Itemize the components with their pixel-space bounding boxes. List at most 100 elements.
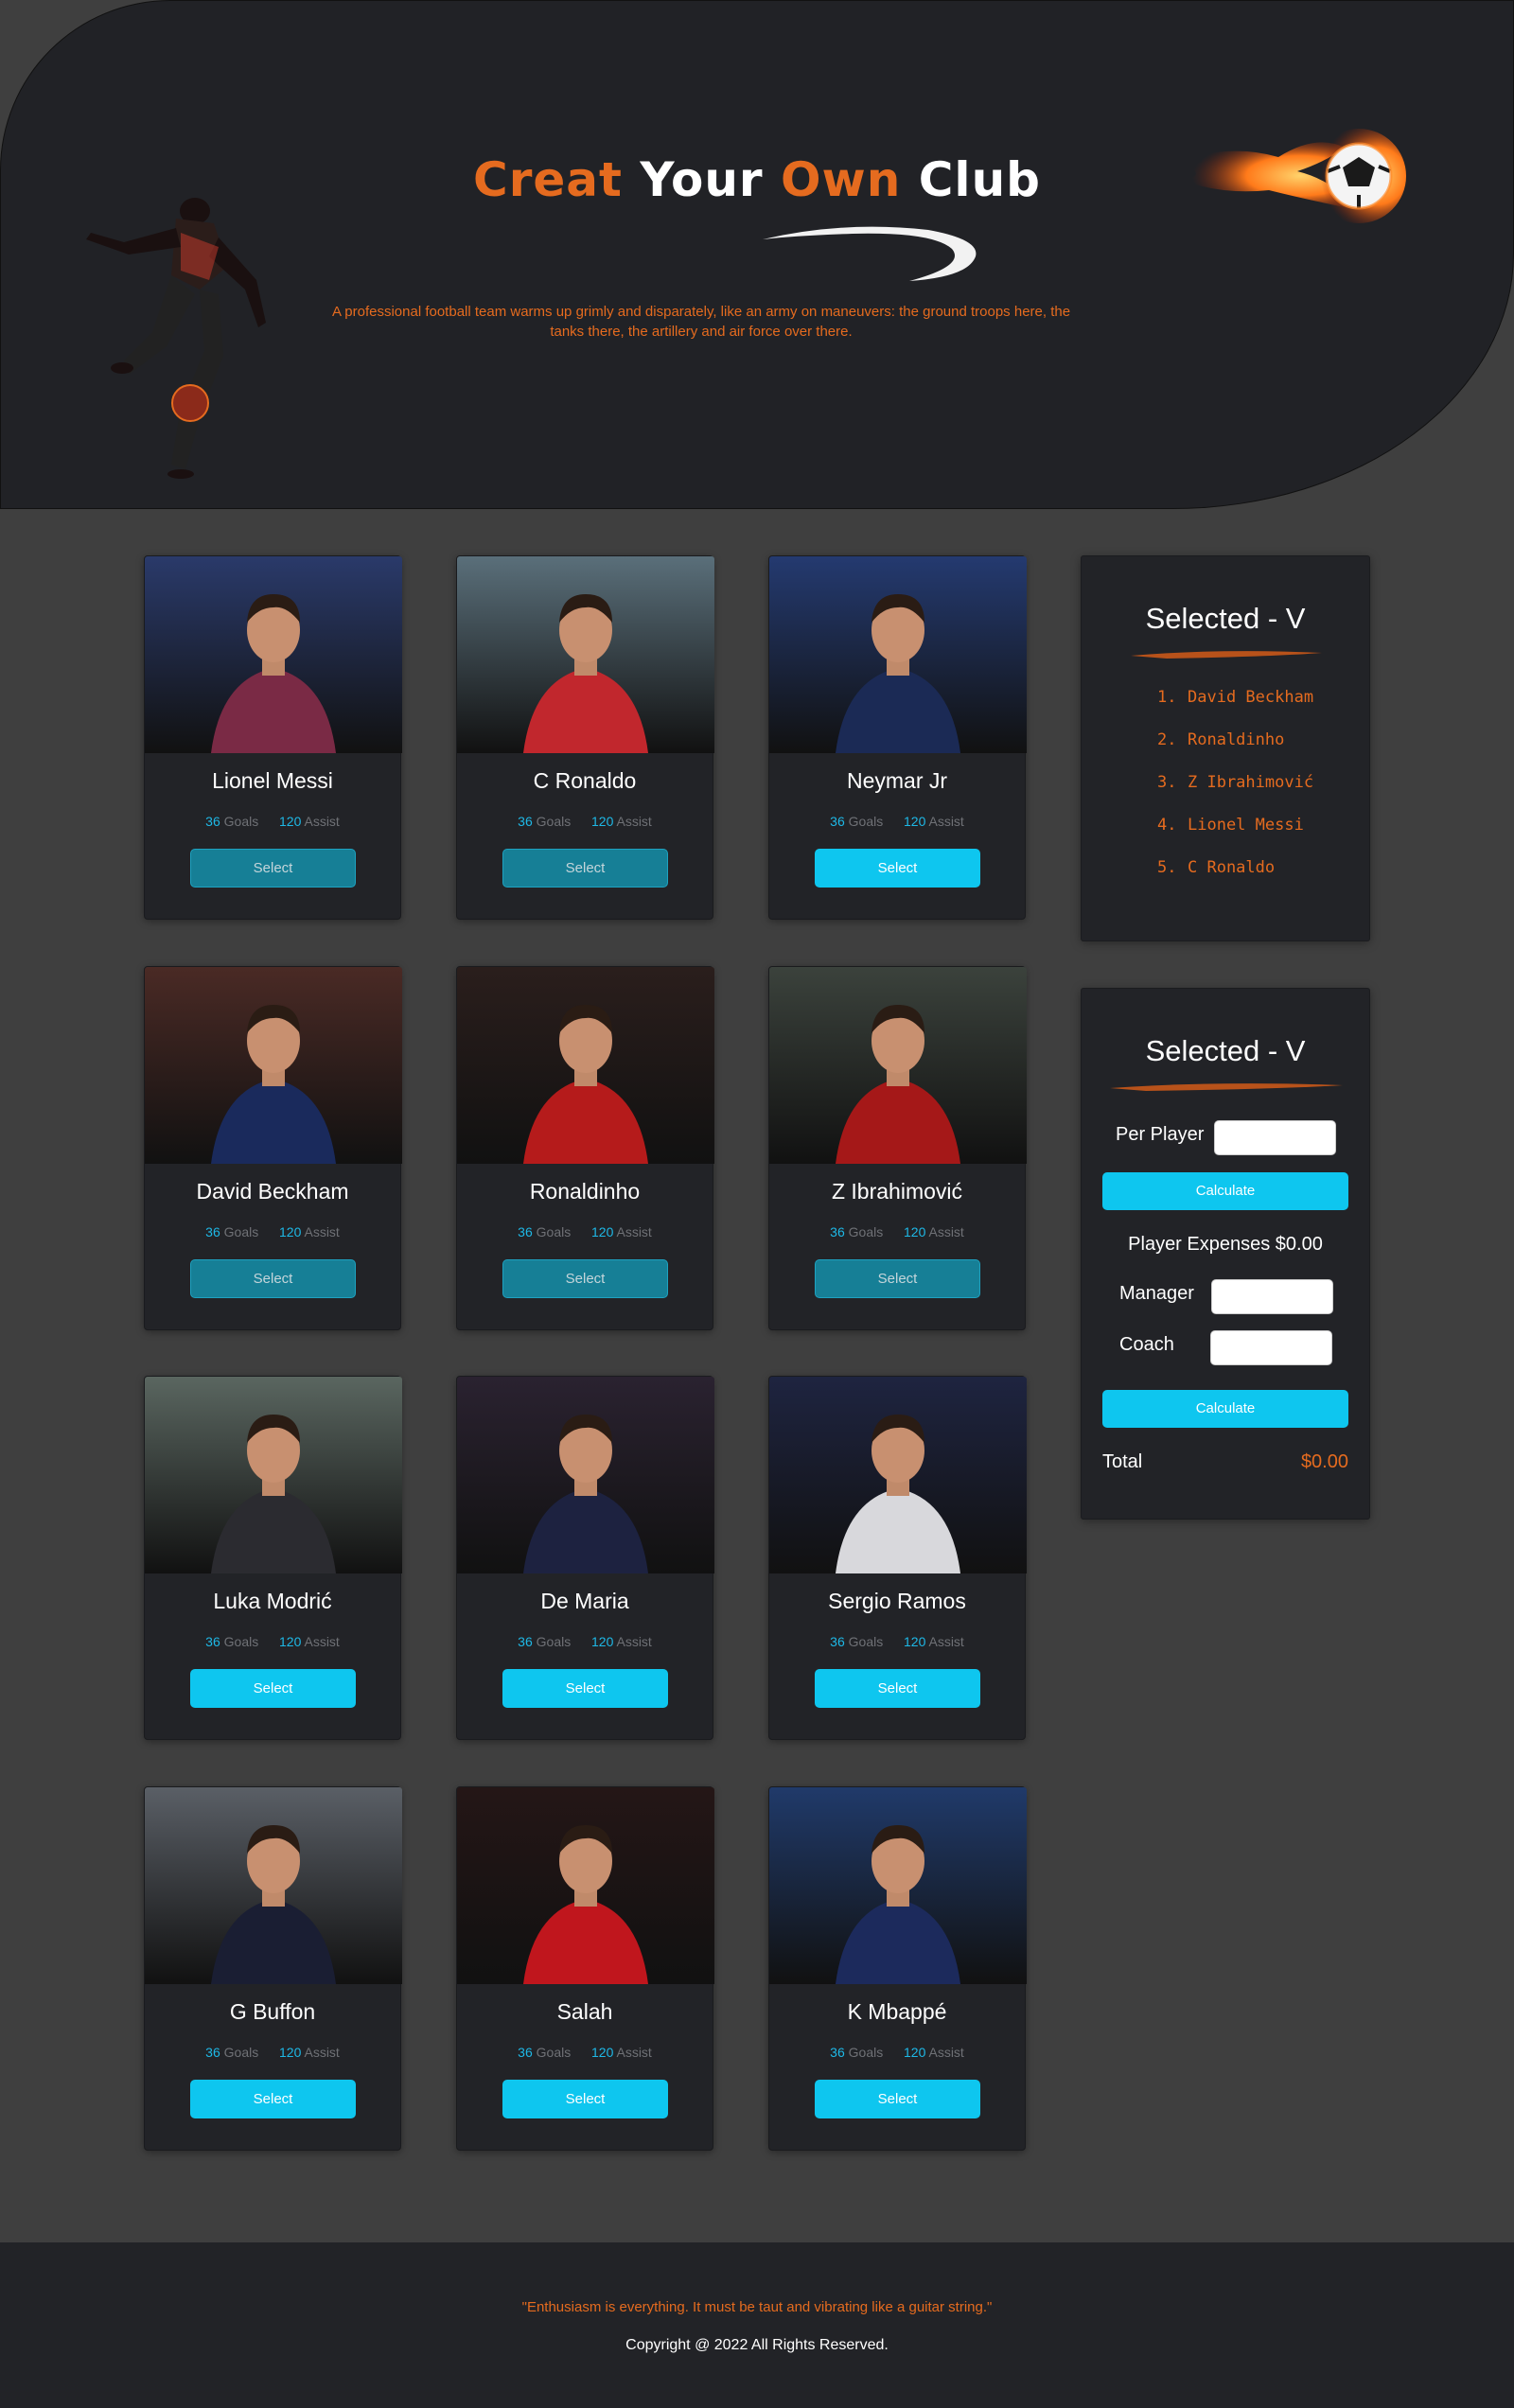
budget-panel-title: Selected - V [1145,1034,1306,1067]
list-item: 4. Lionel Messi [1157,816,1304,835]
assist-label: Assist [304,2045,340,2060]
player-card: Z Ibrahimović 36 Goals 120 Assist Select [768,966,1027,1330]
goals-count: 36 [518,2045,533,2060]
selected-panel-title: Selected - V [1145,602,1306,635]
assist-count: 120 [904,2045,926,2060]
select-button[interactable]: Select [815,2080,980,2118]
goals-label: Goals [536,814,572,829]
player-expenses-text: Player Expenses $0.00 [1128,1234,1323,1255]
coach-input[interactable] [1210,1330,1332,1365]
assist-label: Assist [304,814,340,829]
player-card: Lionel Messi 36 Goals 120 Assist Select [144,555,402,920]
calculate-button[interactable]: Calculate [1102,1172,1348,1210]
assist-label: Assist [928,1634,964,1649]
title-underline-decoration [1110,1083,1343,1091]
player-name: David Beckham [196,1179,349,1204]
select-button[interactable]: Select [190,1259,356,1298]
select-button[interactable]: Select [190,849,356,888]
budget-panel: Selected - V Per Player Calculate Player… [1081,988,1370,1520]
player-name: Neymar Jr [846,768,948,793]
player-name: K Mbappé [847,1999,947,2024]
player-photo [769,1787,1027,1984]
assist-label: Assist [304,1634,340,1649]
goals-label: Goals [848,2045,884,2060]
goals-count: 36 [205,814,220,829]
list-item: 5. C Ronaldo [1157,858,1276,877]
title-underline-decoration [1131,651,1322,659]
goals-count: 36 [205,2045,220,2060]
coach-label: Coach [1119,1334,1174,1355]
assist-label: Assist [616,1224,652,1239]
assist-count: 120 [279,1224,302,1239]
select-button[interactable]: Select [190,2080,356,2118]
hero-title-creat: Creat [473,152,623,207]
goals-label: Goals [848,814,884,829]
hero-title-own: Own [781,152,902,207]
player-name: De Maria [540,1589,629,1613]
per-player-input[interactable] [1214,1120,1336,1155]
player-stats: 36 Goals 120 Assist [145,1634,400,1649]
assist-count: 120 [904,1224,926,1239]
player-stats: 36 Goals 120 Assist [769,1634,1025,1649]
goals-count: 36 [830,2045,845,2060]
select-button[interactable]: Select [190,1669,356,1708]
player-name: Ronaldinho [529,1179,641,1204]
goals-label: Goals [536,1634,572,1649]
player-card: G Buffon 36 Goals 120 Assist Select [144,1786,402,2151]
assist-count: 120 [591,2045,614,2060]
player-stats: 36 Goals 120 Assist [145,814,400,829]
total-value: $0.00 [1300,1451,1348,1472]
player-photo [769,556,1027,753]
hero-banner: Creat Your Own Club A professional footb… [0,0,1514,509]
goals-count: 36 [830,1224,845,1239]
brush-stroke-decoration [763,226,977,281]
player-name: Salah [556,1999,613,2024]
select-button[interactable]: Select [815,849,980,888]
manager-input[interactable] [1211,1279,1333,1314]
player-card: Ronaldinho 36 Goals 120 Assist Select [456,966,714,1330]
player-photo [145,1377,402,1573]
player-name: C Ronaldo [533,768,637,793]
goals-label: Goals [223,814,259,829]
manager-label: Manager [1119,1283,1194,1304]
player-stats: 36 Goals 120 Assist [457,1634,713,1649]
player-card: Salah 36 Goals 120 Assist Select [456,1786,714,2151]
select-button[interactable]: Select [815,1259,980,1298]
assist-label: Assist [928,1224,964,1239]
assist-count: 120 [904,814,926,829]
calculate-total-button[interactable]: Calculate [1102,1390,1348,1428]
goals-label: Goals [536,2045,572,2060]
select-button[interactable]: Select [502,2080,668,2118]
player-stats: 36 Goals 120 Assist [769,814,1025,829]
flaming-ball-illustration [1174,129,1406,223]
footer-copyright: Copyright @ 2022 All Rights Reserved. [625,2337,889,2353]
player-card: David Beckham 36 Goals 120 Assist Select [144,966,402,1330]
player-photo [769,1377,1027,1573]
player-stats: 36 Goals 120 Assist [457,814,713,829]
assist-count: 120 [591,814,614,829]
assist-label: Assist [616,1634,652,1649]
select-button[interactable]: Select [502,1259,668,1298]
player-photo [457,967,714,1164]
footer: "Enthusiasm is everything. It must be ta… [0,2242,1514,2408]
player-name: Z Ibrahimović [831,1179,963,1204]
goals-count: 36 [518,1634,533,1649]
hero-title-your: Your [640,152,764,207]
assist-label: Assist [928,814,964,829]
player-photo [145,1787,402,1984]
player-photo [457,1377,714,1573]
goals-label: Goals [223,1224,259,1239]
goals-count: 36 [830,814,845,829]
assist-label: Assist [616,2045,652,2060]
goals-count: 36 [518,814,533,829]
player-card: De Maria 36 Goals 120 Assist Select [456,1376,714,1740]
select-button[interactable]: Select [502,1669,668,1708]
player-card: Luka Modrić 36 Goals 120 Assist Select [144,1376,402,1740]
hero-title-club: Club [918,152,1041,207]
goals-count: 36 [518,1224,533,1239]
hero-description: A professional football team warms up gr… [331,304,1071,340]
assist-count: 120 [591,1224,614,1239]
select-button[interactable]: Select [502,849,668,888]
select-button[interactable]: Select [815,1669,980,1708]
assist-count: 120 [904,1634,926,1649]
